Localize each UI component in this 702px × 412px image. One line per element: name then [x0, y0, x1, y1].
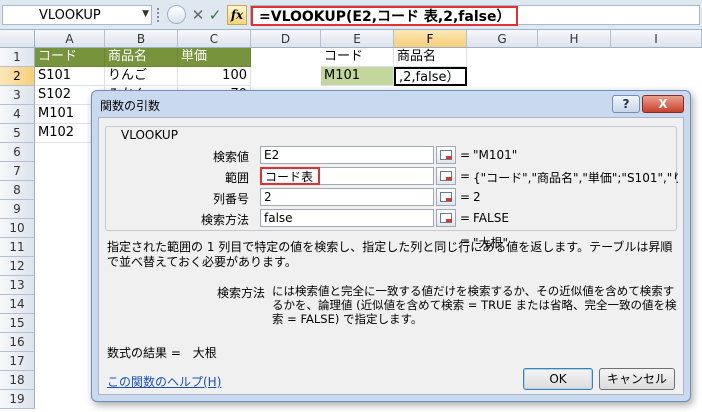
cell-e1[interactable]: コード	[321, 48, 394, 67]
row-header-4[interactable]: 4	[0, 105, 35, 124]
cell-f2-active[interactable]: ,2,false）	[394, 67, 467, 86]
function-name: VLOOKUP	[118, 128, 181, 142]
arg-input-lookup-value[interactable]: E2	[260, 146, 434, 164]
expand-icon[interactable]	[167, 5, 186, 24]
arg-description-label: 検索方法	[217, 286, 266, 300]
arg-eq: =	[460, 148, 471, 162]
arg-eq: =	[460, 211, 471, 225]
row-header-6[interactable]: 6	[0, 143, 35, 162]
row-header-14[interactable]: 14	[0, 295, 35, 314]
cancel-button[interactable]: キャンセル	[599, 368, 675, 390]
close-button[interactable]: X	[642, 95, 684, 113]
column-header-i[interactable]: I	[611, 30, 702, 48]
arg-label-lookup-value: 検索値	[212, 150, 249, 164]
row-header-1[interactable]: 1	[0, 48, 35, 67]
row-header-17[interactable]: 17	[0, 352, 35, 371]
arg-input-table-array[interactable]: コード表	[260, 167, 320, 185]
formula-bar: VLOOKUP ▼ ✕ ✓ fx =VLOOKUP(E2,コード 表,2,fal…	[0, 0, 702, 30]
range-select-icon[interactable]	[436, 146, 456, 164]
cell-f1[interactable]: 商品名	[394, 48, 467, 67]
arg-label-table-array: 範囲	[224, 171, 249, 185]
arg-eq: =	[460, 190, 471, 204]
function-help-link[interactable]: この関数のヘルプ(H)	[107, 373, 221, 390]
arg-label-range-lookup: 検索方法	[200, 213, 249, 227]
formula-result-value: 大根	[192, 346, 217, 360]
arg-input-col-index[interactable]: 2	[260, 188, 434, 206]
chevron-down-icon[interactable]: ▼	[142, 9, 149, 19]
function-description: 指定された範囲の 1 列目で特定の値を検索し、指定した列と同じ行にある値を返しま…	[107, 240, 673, 269]
cell-a2[interactable]: S101	[35, 67, 105, 86]
arg-label-col-index: 列番号	[212, 192, 249, 206]
row-header-12[interactable]: 12	[0, 257, 35, 276]
range-select-icon[interactable]	[436, 167, 456, 185]
help-button[interactable]: ?	[612, 95, 640, 113]
row-header-16[interactable]: 16	[0, 333, 35, 352]
insert-function-icon[interactable]: fx	[227, 5, 247, 25]
arg-description: には検索値と完全に一致する値だけを検索するか、その近似値を含めて検索するかを、論…	[272, 284, 677, 326]
column-header-b[interactable]: B	[105, 30, 178, 48]
row-header-19[interactable]: 19	[0, 390, 35, 409]
grip-handle[interactable]	[157, 8, 161, 22]
row-header-18[interactable]: 18	[0, 371, 35, 390]
arg-result-table-array: {"コード","商品名","単価";"S101","りんご	[473, 171, 678, 185]
cell-a1[interactable]: コード	[35, 48, 105, 67]
row-header-2[interactable]: 2	[0, 67, 35, 86]
row-header-7[interactable]: 7	[0, 162, 35, 181]
dialog-title: 関数の引数	[100, 99, 161, 113]
arg-result-col-index: 2	[473, 190, 481, 204]
column-header-c[interactable]: C	[178, 30, 251, 48]
cancel-icon[interactable]: ✕	[190, 6, 206, 24]
cell-c1[interactable]: 単価	[178, 48, 251, 67]
arg-input-range-lookup[interactable]: false	[260, 209, 434, 227]
formula-text: =VLOOKUP(E2,コード 表,2,false）	[251, 6, 519, 26]
name-box-value: VLOOKUP	[39, 8, 101, 23]
formula-input[interactable]: =VLOOKUP(E2,コード 表,2,false）	[250, 5, 700, 26]
column-header-g[interactable]: G	[467, 30, 538, 48]
row-header-9[interactable]: 9	[0, 200, 35, 219]
name-box[interactable]: VLOOKUP ▼	[2, 5, 152, 25]
row-header-13[interactable]: 13	[0, 276, 35, 295]
formula-result: 数式の結果 = 大根	[107, 344, 217, 361]
enter-icon[interactable]: ✓	[207, 6, 223, 24]
range-select-icon[interactable]	[436, 209, 456, 227]
cell-e2[interactable]: M101	[321, 67, 394, 86]
arg-input-table-array-bg	[320, 167, 434, 185]
column-header-d[interactable]: D	[251, 30, 321, 48]
row-header-11[interactable]: 11	[0, 238, 35, 257]
formula-result-label: 数式の結果 =	[107, 346, 181, 360]
column-header-a[interactable]: A	[35, 30, 105, 48]
column-header-f[interactable]: F	[394, 30, 467, 48]
dialog-body: VLOOKUP 検索値 E2 = "M101" 範囲 コード表 = {"コード"…	[98, 117, 684, 395]
cell-b1[interactable]: 商品名	[105, 48, 178, 67]
range-select-icon[interactable]	[436, 188, 456, 206]
cell-b2[interactable]: りんご	[105, 67, 178, 86]
cell-c2[interactable]: 100	[178, 67, 251, 86]
function-arguments-dialog: 関数の引数 ? X VLOOKUP 検索値 E2 = "M101" 範囲 コード…	[91, 90, 691, 402]
arg-eq: =	[460, 169, 471, 183]
row-header-10[interactable]: 10	[0, 219, 35, 238]
arg-result-lookup-value: "M101"	[473, 148, 518, 162]
row-header-3[interactable]: 3	[0, 86, 35, 105]
row-header-15[interactable]: 15	[0, 314, 35, 333]
row-header-8[interactable]: 8	[0, 181, 35, 200]
select-all-corner[interactable]	[0, 30, 35, 48]
ok-button[interactable]: OK	[523, 368, 593, 390]
column-header-h[interactable]: H	[538, 30, 611, 48]
column-header-e[interactable]: E	[321, 30, 394, 48]
arg-result-range-lookup: FALSE	[473, 211, 509, 225]
row-header-5[interactable]: 5	[0, 124, 35, 143]
